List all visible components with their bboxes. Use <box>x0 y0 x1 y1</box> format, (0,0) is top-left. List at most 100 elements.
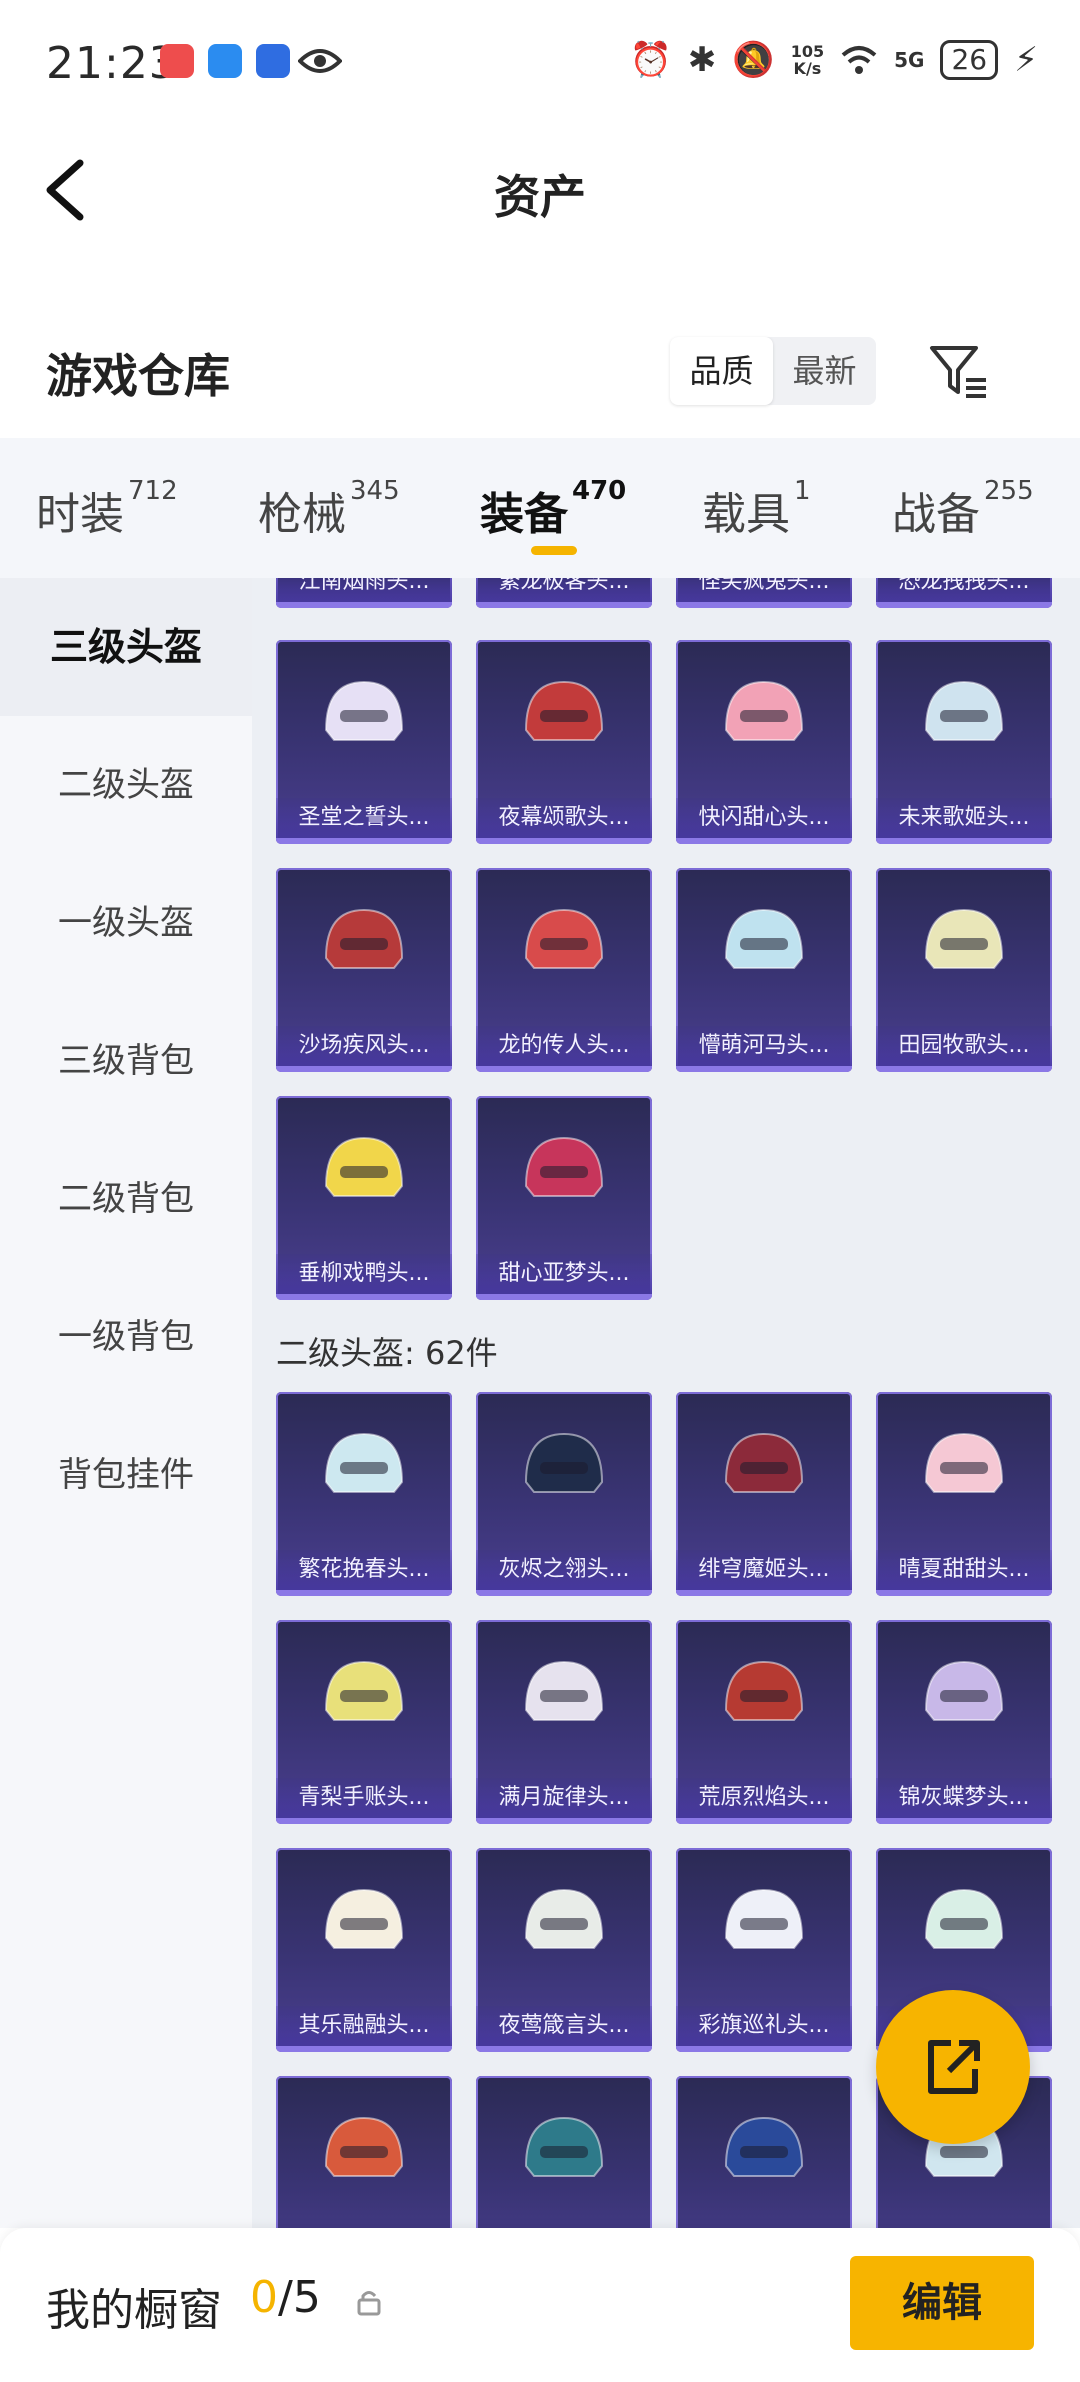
rarity-bar <box>676 1818 852 1824</box>
helmet-icon <box>924 680 1004 741</box>
item-card[interactable]: 龙的传人头... <box>476 868 652 1072</box>
mute-icon: 🔕 <box>732 40 775 80</box>
tab-fashion[interactable]: 时装 712 <box>36 476 178 542</box>
helmet-icon <box>724 680 804 741</box>
item-card[interactable]: 圣堂之誓头... <box>276 640 452 844</box>
rarity-bar <box>876 1066 1052 1072</box>
item-card[interactable]: 懵萌河马头... <box>676 868 852 1072</box>
helmet-icon <box>924 1660 1004 1721</box>
rarity-bar <box>676 2046 852 2052</box>
item-name: 满月旋律头... <box>476 1778 652 1818</box>
item-card[interactable]: 甜心亚梦头... <box>476 1096 652 1300</box>
sidebar-item-level1-backpack[interactable]: 一级背包 <box>0 1268 252 1406</box>
rarity-bar <box>676 602 852 608</box>
item-card[interactable]: 荒原烈焰头... <box>676 1620 852 1824</box>
sidebar-item-level3-backpack[interactable]: 三级背包 <box>0 992 252 1130</box>
bottom-bar: 我的橱窗 0/5 编辑 <box>0 2228 1080 2382</box>
item-name: 繁龙极客头... <box>476 578 652 602</box>
rarity-bar <box>276 1294 452 1300</box>
helmet-icon <box>924 1432 1004 1493</box>
item-name: 其乐融融头... <box>276 2006 452 2046</box>
tab-firearms[interactable]: 枪械 345 <box>258 476 400 542</box>
warehouse-header: 游戏仓库 品质 最新 <box>0 320 1080 440</box>
item-card[interactable]: 锦灰蝶梦头... <box>876 1620 1052 1824</box>
filter-icon[interactable] <box>926 338 990 402</box>
item-card[interactable]: 青梨手账头... <box>276 1620 452 1824</box>
status-bar: 21:23 ⏰ ✱ 🔕 105 K/s 5G 26 ⚡ <box>0 0 1080 125</box>
item-card[interactable] <box>276 2076 452 2228</box>
rarity-bar <box>476 2046 652 2052</box>
eye-icon <box>298 49 342 73</box>
item-card[interactable]: 绯穹魔姬头... <box>676 1392 852 1596</box>
item-card[interactable]: 彩旗巡礼头... <box>676 1848 852 2052</box>
item-card[interactable]: 夜幕颂歌头... <box>476 640 652 844</box>
charging-icon: ⚡ <box>1014 40 1038 80</box>
item-name: 夜幕颂歌头... <box>476 798 652 838</box>
item-card[interactable]: 灰烬之翎头... <box>476 1392 652 1596</box>
rarity-bar <box>476 602 652 608</box>
item-card[interactable]: 田园牧歌头... <box>876 868 1052 1072</box>
sidebar-item-backpack-charm[interactable]: 背包挂件 <box>0 1406 252 1544</box>
item-card[interactable]: 未来歌姬头... <box>876 640 1052 844</box>
helmet-icon <box>324 2116 404 2177</box>
rarity-bar <box>476 1294 652 1300</box>
level2-helmet-count-label: 二级头盔: 62件 <box>276 1334 498 1372</box>
rarity-bar <box>876 1818 1052 1824</box>
share-fab-button[interactable] <box>876 1990 1030 2144</box>
item-card[interactable]: 其乐融融头... <box>276 1848 452 2052</box>
helmet-icon <box>524 2116 604 2177</box>
helmet-icon <box>524 1136 604 1197</box>
item-card[interactable]: 繁龙极客头... <box>476 578 652 608</box>
rarity-bar <box>476 1590 652 1596</box>
my-showcase-label: 我的橱窗 <box>46 2285 222 2336</box>
item-name: 荒原烈焰头... <box>676 1778 852 1818</box>
item-name: 怪笑疯兔头... <box>676 578 852 602</box>
sidebar-item-level1-helmet[interactable]: 一级头盔 <box>0 854 252 992</box>
item-card[interactable] <box>676 2076 852 2228</box>
item-card[interactable]: 晴夏甜甜头... <box>876 1392 1052 1596</box>
helmet-icon <box>524 1888 604 1949</box>
edit-button[interactable]: 编辑 <box>850 2256 1034 2350</box>
tab-vehicles[interactable]: 载具 1 <box>702 476 811 542</box>
rarity-bar <box>676 1066 852 1072</box>
rarity-bar <box>276 2046 452 2052</box>
item-card[interactable]: 沙场疾风头... <box>276 868 452 1072</box>
sidebar-item-level3-helmet[interactable]: 三级头盔 <box>0 578 252 716</box>
rarity-bar <box>476 1066 652 1072</box>
rarity-bar <box>676 838 852 844</box>
helmet-icon <box>524 1660 604 1721</box>
tab-combat-supplies[interactable]: 战备 255 <box>892 476 1034 542</box>
lock-icon <box>357 2291 381 2316</box>
sidebar-item-level2-backpack[interactable]: 二级背包 <box>0 1130 252 1268</box>
helmet-icon <box>524 908 604 969</box>
item-name: 青梨手账头... <box>276 1778 452 1818</box>
helmet-icon <box>324 1136 404 1197</box>
rarity-bar <box>276 1066 452 1072</box>
item-card[interactable] <box>476 2076 652 2228</box>
item-card[interactable]: 繁花挽春头... <box>276 1392 452 1596</box>
alarm-icon: ⏰ <box>629 40 672 80</box>
item-card[interactable]: 恐龙拽拽头... <box>876 578 1052 608</box>
item-grid-area: 江南烟雨头... 繁龙极客头... 怪笑疯兔头... 恐龙拽拽头... 圣堂之誓头...… <box>252 578 1080 2228</box>
car-app-icon <box>256 44 290 78</box>
sidebar-item-level2-helmet[interactable]: 二级头盔 <box>0 716 252 854</box>
battery-indicator: 26 <box>940 40 999 80</box>
item-name: 圣堂之誓头... <box>276 798 452 838</box>
rarity-bar <box>876 1590 1052 1596</box>
item-card[interactable]: 江南烟雨头... <box>276 578 452 608</box>
item-card[interactable]: 怪笑疯兔头... <box>676 578 852 608</box>
item-card[interactable]: 垂柳戏鸭头... <box>276 1096 452 1300</box>
helmet-icon <box>724 1888 804 1949</box>
network-type: 5G <box>894 48 925 72</box>
helmet-icon <box>724 908 804 969</box>
item-name: 甜心亚梦头... <box>476 1254 652 1294</box>
item-card[interactable]: 快闪甜心头... <box>676 640 852 844</box>
item-name: 江南烟雨头... <box>276 578 452 602</box>
item-card[interactable]: 夜莺箴言头... <box>476 1848 652 2052</box>
tab-equipment[interactable]: 装备 470 <box>480 476 626 542</box>
sort-quality-button[interactable]: 品质 <box>670 337 773 405</box>
item-name: 绯穹魔姬头... <box>676 1550 852 1590</box>
helmet-icon <box>924 908 1004 969</box>
sort-newest-button[interactable]: 最新 <box>773 337 876 405</box>
item-card[interactable]: 满月旋律头... <box>476 1620 652 1824</box>
